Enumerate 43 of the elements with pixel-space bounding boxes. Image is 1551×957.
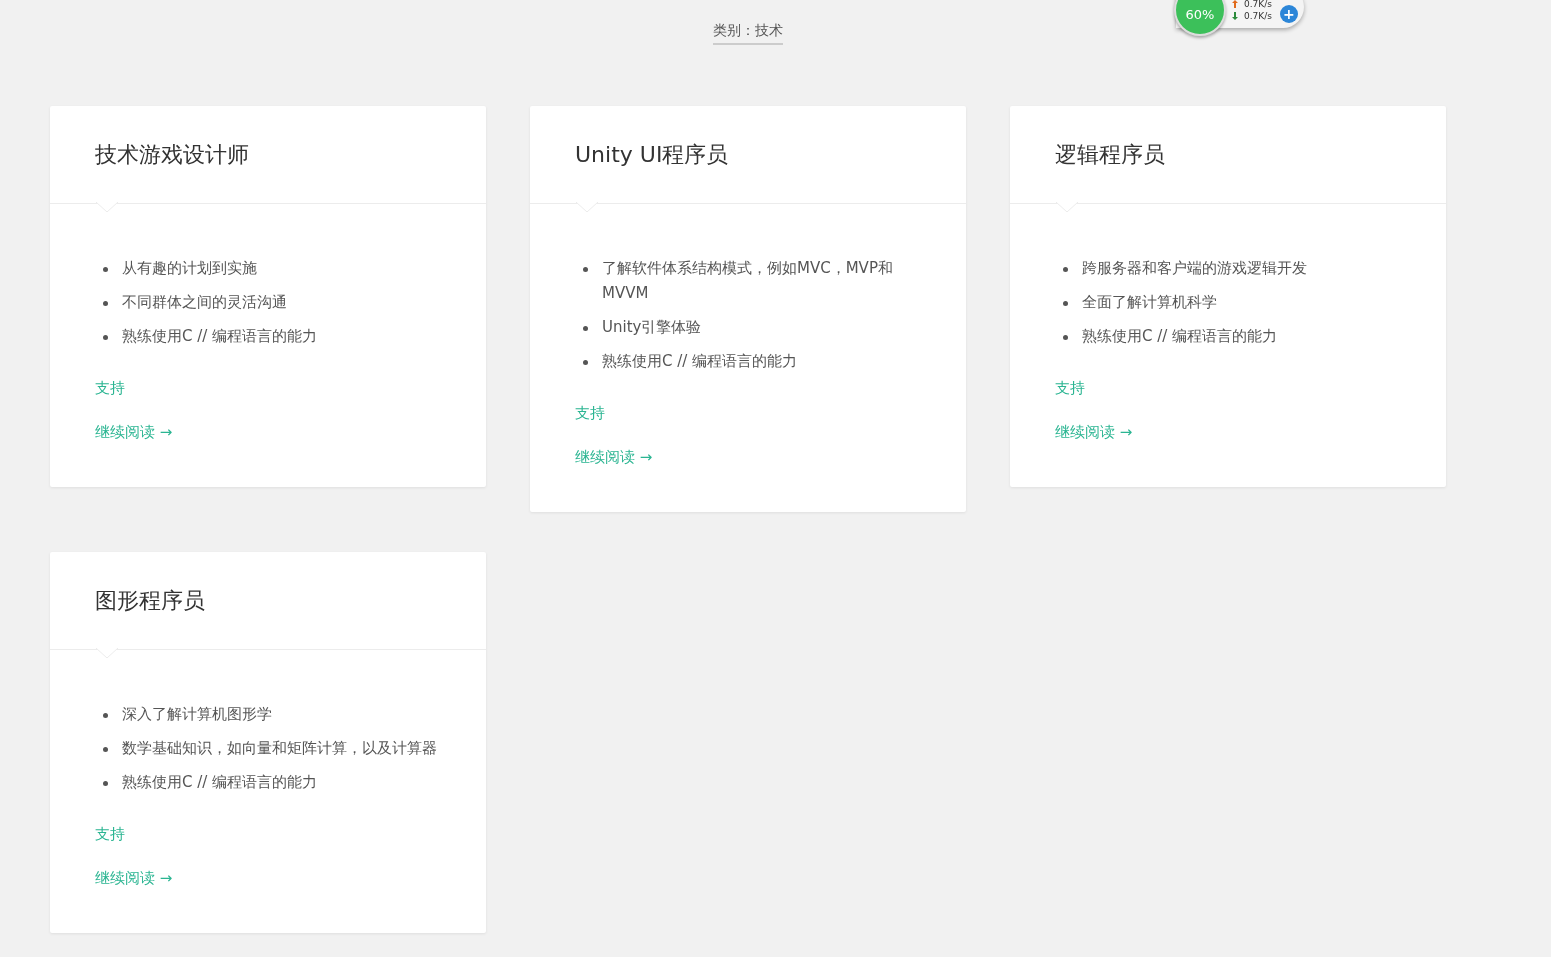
upload-speed: 0.7K/s (1244, 0, 1272, 9)
bullet-icon (1063, 267, 1068, 272)
upload-arrow-icon (1232, 0, 1238, 8)
requirement-text: 熟练使用C // 编程语言的能力 (602, 351, 798, 372)
bullet-icon (583, 360, 588, 365)
category-link[interactable]: 支持 (575, 401, 605, 426)
read-more-link[interactable]: 继续阅读 → (1055, 420, 1133, 445)
category-link[interactable]: 支持 (1055, 376, 1085, 401)
job-title: 逻辑程序员 (1055, 140, 1165, 169)
category-link[interactable]: 支持 (95, 822, 125, 847)
requirement-text: 深入了解计算机图形学 (122, 704, 272, 725)
bullet-icon (1063, 301, 1068, 306)
usage-gauge: 60% (1174, 0, 1226, 36)
download-speed: 0.7K/s (1244, 11, 1272, 21)
category-title: 类别：技术 (713, 22, 783, 45)
requirement-text: 全面了解计算机科学 (1082, 292, 1217, 313)
read-more-link[interactable]: 继续阅读 → (95, 420, 173, 445)
read-more-link[interactable]: 继续阅读 → (575, 445, 653, 470)
job-title: 图形程序员 (95, 586, 205, 615)
bullet-icon (103, 301, 108, 306)
requirement-text: 跨服务器和客户端的游戏逻辑开发 (1082, 258, 1307, 279)
requirement-text: 了解软件体系结构模式，例如MVC，MVP和MVVM (602, 258, 894, 304)
requirement-text: 不同群体之间的灵活沟通 (122, 292, 287, 313)
job-title: 技术游戏设计师 (95, 140, 249, 169)
bullet-icon (103, 267, 108, 272)
requirement-text: 熟练使用C // 编程语言的能力 (122, 772, 318, 793)
read-more-link[interactable]: 继续阅读 → (95, 866, 173, 891)
bullet-icon (103, 713, 108, 718)
add-button[interactable]: + (1279, 5, 1298, 23)
bullet-icon (103, 335, 108, 340)
requirement-text: 熟练使用C // 编程语言的能力 (1082, 326, 1278, 347)
category-link[interactable]: 支持 (95, 376, 125, 401)
requirement-text: Unity引擎体验 (602, 317, 702, 338)
download-arrow-icon (1232, 12, 1238, 20)
requirement-text: 熟练使用C // 编程语言的能力 (122, 326, 318, 347)
bullet-icon (103, 781, 108, 786)
bullet-icon (583, 326, 588, 331)
bullet-icon (1063, 335, 1068, 340)
bullet-icon (583, 267, 588, 272)
bullet-icon (103, 747, 108, 752)
requirement-text: 从有趣的计划到实施 (122, 258, 257, 279)
requirement-text: 数学基础知识，如向量和矩阵计算，以及计算器 (122, 738, 437, 759)
job-title: Unity UI程序员 (575, 140, 729, 169)
